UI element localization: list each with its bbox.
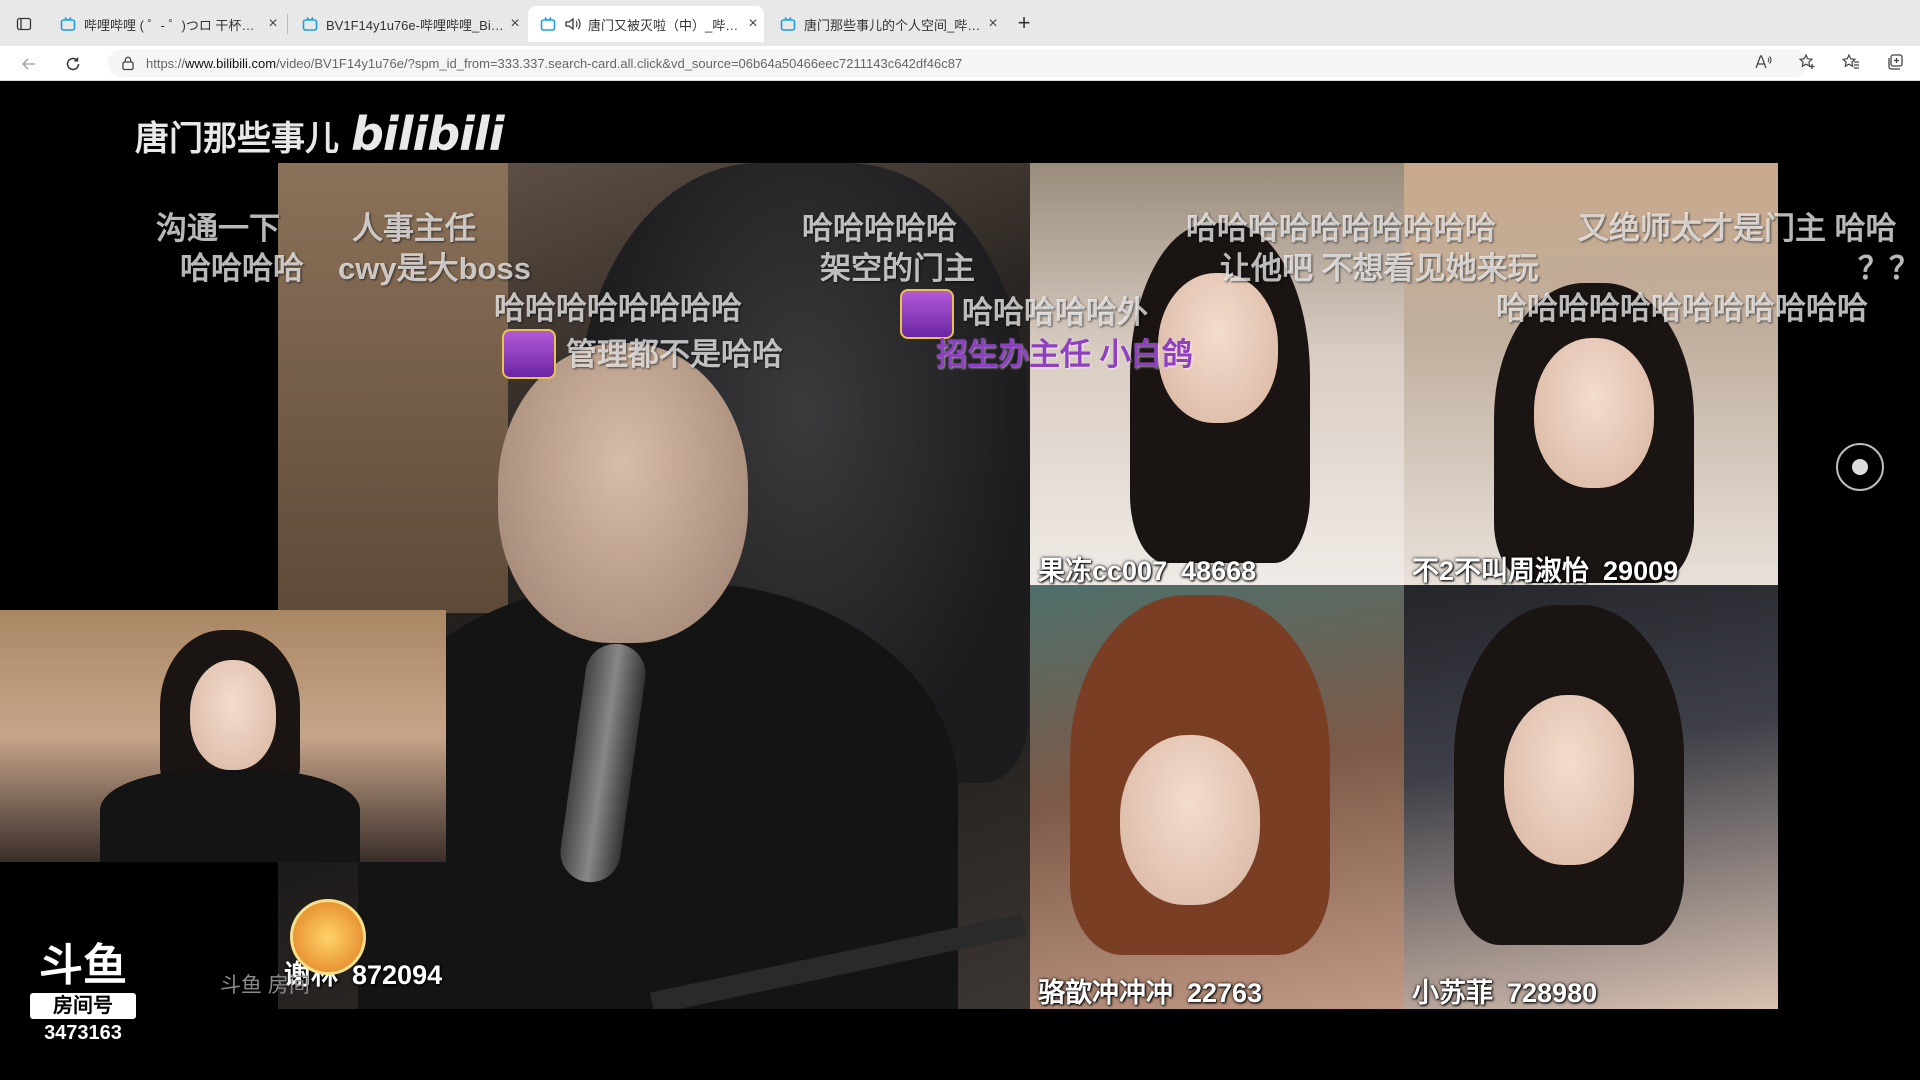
camera-bottom-left-guest: 骆歆冲冲冲 22763	[1030, 585, 1404, 1009]
tab-divider	[287, 14, 288, 34]
danmaku-comment: 哈哈哈哈哈哈哈哈哈哈	[1186, 211, 1496, 246]
refresh-icon	[66, 57, 80, 71]
url-host: www.bilibili.com	[185, 55, 277, 71]
camera-label: 果冻cc007 48668	[1038, 549, 1256, 585]
toolbar-icons	[1752, 51, 1906, 73]
tab-close-icon[interactable]: ×	[982, 15, 1004, 33]
address-bar[interactable]: https://www.bilibili.com/video/BV1F14y1u…	[108, 49, 1808, 77]
tab-close-icon[interactable]: ×	[262, 15, 284, 33]
camera-room-id: 872094	[352, 960, 443, 990]
guest-sweater	[100, 770, 360, 862]
camera-name: 小苏菲	[1412, 978, 1493, 1008]
danmaku-comment: 管理都不是哈哈	[566, 337, 783, 372]
tab-title: BV1F14y1u76e-哔哩哔哩_Bilibili	[326, 17, 504, 33]
danmaku-comment: 沟通一下	[156, 211, 280, 246]
collections-icon[interactable]	[1884, 51, 1906, 73]
arrow-left-icon	[21, 58, 35, 70]
danmaku-comment: 又绝师太才是门主 哈哈	[1578, 211, 1897, 246]
douyu-room-badge: 斗鱼 房间号 3473163	[30, 943, 136, 1045]
read-aloud-icon[interactable]	[1752, 51, 1774, 73]
streamer-body	[358, 583, 958, 1009]
bilibili-favicon-icon	[540, 17, 556, 31]
url-prefix: https://	[146, 55, 186, 71]
guest-face	[190, 660, 276, 770]
danmaku-comment: 让他吧 不想看见她来玩	[1220, 251, 1539, 286]
bilibili-favicon-icon	[780, 17, 796, 31]
refresh-button[interactable]	[60, 51, 86, 77]
new-tab-button[interactable]: +	[1010, 12, 1038, 36]
player-side-control[interactable]	[1836, 443, 1884, 491]
tab-close-icon[interactable]: ×	[742, 15, 764, 33]
speaker-icon[interactable]	[564, 16, 582, 32]
guest-face	[1534, 338, 1654, 488]
camera-name: 不2不叫周淑怡	[1412, 556, 1590, 585]
camera-label: 骆歆冲冲冲 22763	[1038, 971, 1262, 1009]
tab-close-icon[interactable]: ×	[504, 15, 526, 33]
room-label: 房间号	[30, 993, 136, 1019]
danmaku-comment: 哈哈哈哈哈哈哈哈	[494, 291, 742, 326]
url-text[interactable]: https://www.bilibili.com/video/BV1F14y1u…	[146, 56, 962, 71]
camera-room-id: 728980	[1507, 978, 1598, 1008]
pip-camera	[0, 610, 446, 862]
room-caption: 斗鱼 房间	[220, 974, 310, 997]
tab-title: 哔哩哔哩 ( ゜- ゜)つロ 干杯~-bilibili	[84, 17, 262, 33]
danmaku-comment: 哈哈哈哈哈哈哈哈哈哈哈哈	[1496, 291, 1868, 326]
favorites-icon[interactable]	[1840, 51, 1862, 73]
danmaku-comment: cwy是大boss	[338, 251, 531, 286]
bilibili-favicon-icon	[60, 17, 76, 31]
tab-title: 唐门又被灭啦（中）_哔哩哔哩	[588, 17, 742, 33]
gift-badge-icon	[502, 329, 556, 379]
guest-face	[1120, 735, 1260, 905]
tab-actions-icon[interactable]	[12, 12, 36, 36]
add-favorite-icon[interactable]	[1796, 51, 1818, 73]
bilibili-watermark: 唐门那些事儿 bilibili	[135, 107, 504, 161]
record-dot-icon	[1852, 459, 1868, 475]
browser-toolbar: https://www.bilibili.com/video/BV1F14y1u…	[0, 46, 1920, 81]
back-button[interactable]	[16, 51, 42, 77]
danmaku-comment: ？？	[1858, 251, 1920, 286]
camera-room-id: 22763	[1187, 978, 1263, 1008]
tab-active-video[interactable]: 唐门又被灭啦（中）_哔哩哔哩 ×	[528, 6, 764, 42]
watermark-title: 唐门那些事儿	[135, 120, 339, 158]
danmaku-comment: 架空的门主	[820, 251, 975, 286]
watermark-brand: bilibili	[351, 107, 504, 161]
tab-user-space[interactable]: 唐门那些事儿的个人空间_哔哩哔哩 ×	[768, 6, 1004, 42]
camera-room-id: 48668	[1181, 556, 1257, 585]
tab-bilibili-home[interactable]: 哔哩哔哩 ( ゜- ゜)つロ 干杯~-bilibili ×	[48, 6, 284, 42]
camera-label: 不2不叫周淑怡 29009	[1412, 549, 1678, 585]
camera-room-id: 29009	[1603, 556, 1679, 585]
danmaku-comment: 人事主任	[352, 211, 476, 246]
room-number: 3473163	[44, 1022, 122, 1044]
tab-video-bv[interactable]: BV1F14y1u76e-哔哩哔哩_Bilibili ×	[290, 6, 526, 42]
camera-name: 骆歆冲冲冲	[1038, 978, 1173, 1008]
douyu-logo: 斗鱼	[39, 940, 127, 991]
lock-icon[interactable]	[120, 55, 136, 71]
url-path: /video/BV1F14y1u76e/?spm_id_from=333.337…	[276, 55, 963, 71]
bilibili-favicon-icon	[302, 17, 318, 31]
tab-bar: 哔哩哔哩 ( ゜- ゜)つロ 干杯~-bilibili × BV1F14y1u7…	[0, 0, 1920, 47]
guest-face	[1504, 695, 1634, 865]
danmaku-comment: 哈哈哈哈哈外	[962, 295, 1148, 330]
gift-medal-icon	[290, 899, 366, 975]
camera-name: 果冻cc007	[1038, 556, 1168, 585]
danmaku-comment: 哈哈哈哈哈	[802, 211, 957, 246]
tab-title: 唐门那些事儿的个人空间_哔哩哔哩	[804, 17, 982, 33]
video-player[interactable]: 唐门那些事儿 bilibili 谢林 872094 果冻cc007 48668 不2不…	[0, 81, 1920, 1080]
danmaku-comment: 哈哈哈哈	[180, 251, 304, 286]
camera-bottom-right-guest: 小苏菲 728980	[1404, 585, 1778, 1009]
camera-label: 小苏菲 728980	[1412, 971, 1597, 1009]
danmaku-comment-highlight: 招生办主任 小白鸽	[936, 337, 1193, 372]
streamer-head	[498, 343, 748, 643]
